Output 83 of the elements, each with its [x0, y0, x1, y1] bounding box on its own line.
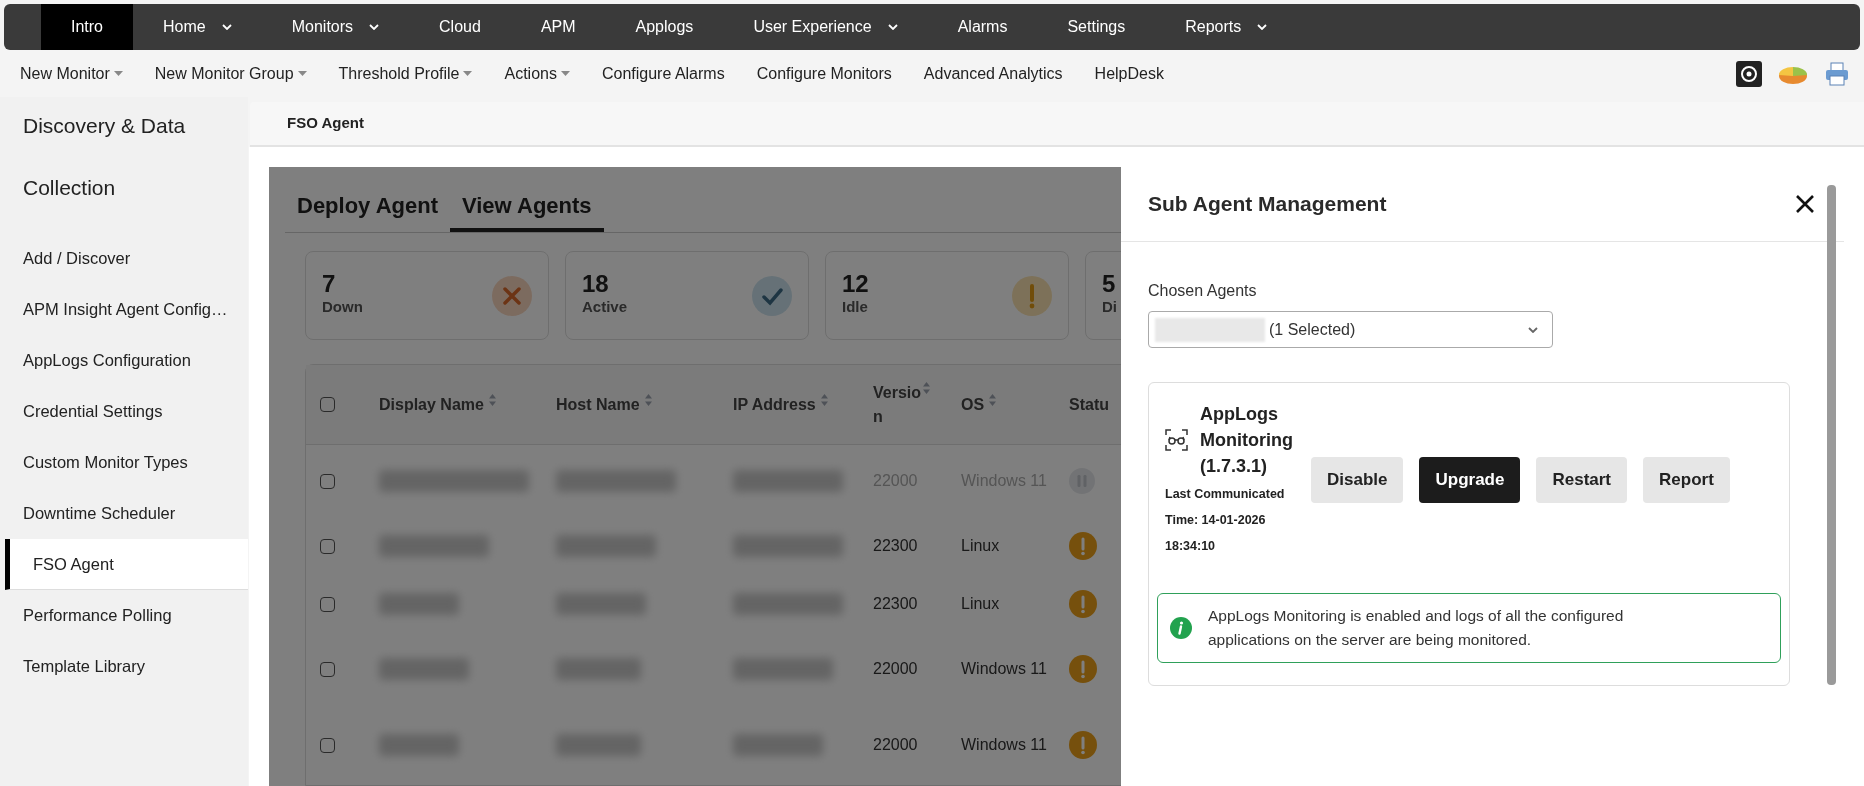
sidebar-item[interactable]: FSO Agent — [5, 539, 248, 590]
nav-tab[interactable]: Home — [133, 4, 262, 50]
sidebar-item[interactable]: Add / Discover — [0, 233, 248, 284]
menu-item[interactable]: Configure Alarms — [601, 61, 725, 86]
info-icon — [1170, 617, 1192, 639]
menu-item[interactable]: Actions — [504, 61, 570, 86]
warning-icon — [1012, 275, 1052, 316]
camera-shutter-icon[interactable] — [1736, 60, 1762, 87]
stat-count: 18 — [582, 272, 610, 297]
checkbox[interactable] — [320, 397, 335, 412]
checkbox[interactable] — [320, 538, 335, 554]
sidebar-item[interactable]: Performance Polling — [0, 590, 248, 641]
caret-icon — [1528, 326, 1538, 333]
menu-item[interactable]: Threshold Profile — [338, 61, 473, 86]
stat-count: 7 — [322, 272, 337, 297]
stat-label: Down — [322, 297, 363, 318]
nav-tab[interactable]: Alarms — [927, 4, 1038, 50]
os-cell-text: Windows 11 — [961, 659, 1048, 679]
warning-icon — [1069, 590, 1097, 618]
page-title: FSO Agent — [287, 113, 364, 134]
nav-tab[interactable]: Settings — [1037, 4, 1156, 50]
version-cell-text: 22300 — [873, 594, 919, 614]
menu-item[interactable]: Advanced Analytics — [923, 61, 1063, 86]
column-header[interactable]: Display Name — [379, 392, 484, 417]
scrollbar[interactable] — [1827, 185, 1836, 685]
sidebar-item[interactable]: Custom Monitor Types — [0, 437, 248, 488]
panel-title: Sub Agent Management — [1148, 191, 1387, 218]
version-cell-text: 22300 — [873, 536, 919, 556]
action-button[interactable]: Disable — [1311, 457, 1404, 503]
column-header[interactable]: Host Name — [556, 392, 640, 417]
close-icon[interactable] — [1796, 195, 1814, 213]
sidebar-item[interactable]: Credential Settings — [0, 386, 248, 437]
menu-item[interactable]: New Monitor Group — [154, 61, 307, 86]
printer-icon[interactable] — [1824, 60, 1850, 87]
sidebar-item[interactable]: AppLogs Configuration — [0, 335, 248, 386]
field-label: Chosen Agents — [1148, 281, 1258, 301]
info-text: AppLogs Monitoring is enabled and logs of all the configured applications on the server are being monitored. — [1208, 606, 1625, 650]
stat-label: Idle — [842, 297, 869, 318]
stat-label: Active — [582, 297, 628, 318]
nav-tab[interactable]: Intro — [41, 4, 133, 50]
column-header[interactable]: OS — [961, 392, 985, 417]
action-button[interactable]: Upgrade — [1419, 457, 1521, 503]
checkbox[interactable] — [320, 596, 335, 612]
tab[interactable]: Deploy Agent — [285, 189, 450, 232]
sidebar-title: Collection — [23, 175, 117, 201]
nav-tab[interactable]: Monitors — [261, 4, 410, 50]
stat-count: 5 — [1102, 272, 1117, 297]
stat-label: Di — [1102, 297, 1117, 318]
os-cell-text: Windows 11 — [961, 735, 1048, 755]
last-communicated-text: Last Communicated Time: 14-01-2026 18:34:10 — [1165, 486, 1286, 555]
sidebar-item[interactable]: Downtime Scheduler — [0, 488, 248, 539]
sidebar-item[interactable]: Template Library — [0, 641, 248, 692]
glasses-icon — [1165, 429, 1188, 451]
nav-tab[interactable]: User Experience — [723, 4, 928, 50]
error-icon — [492, 275, 532, 316]
column-header[interactable]: IP Address — [733, 392, 816, 417]
menu-item[interactable]: New Monitor — [20, 61, 123, 86]
warning-icon — [1069, 532, 1097, 560]
nav-tab[interactable]: Cloud — [409, 4, 511, 50]
pause-icon — [1069, 468, 1095, 494]
os-cell-text: Linux — [961, 536, 1001, 556]
sidebar-item[interactable]: APM Insight Agent Config… — [0, 284, 248, 335]
warning-icon — [1069, 731, 1097, 759]
os-cell-text: Linux — [961, 594, 1001, 614]
version-cell-text: 22000 — [873, 735, 919, 755]
action-button[interactable]: Report — [1643, 457, 1730, 503]
check-icon — [752, 275, 792, 316]
nav-tab[interactable]: Applogs — [605, 4, 724, 50]
checkbox[interactable] — [320, 661, 335, 677]
menu-item[interactable]: Configure Monitors — [756, 61, 892, 86]
nav-tab[interactable]: Reports — [1155, 4, 1298, 50]
action-button[interactable]: Restart — [1536, 457, 1628, 503]
column-header[interactable]: Statu — [1069, 392, 1109, 417]
warning-icon — [1069, 655, 1097, 683]
agent-name: AppLogs Monitoring (1.7.3.1) — [1200, 403, 1294, 478]
checkbox[interactable] — [320, 737, 335, 753]
version-cell-text: 22000 — [873, 659, 919, 679]
agent-select[interactable]: (1 Selected) — [1148, 311, 1553, 348]
tab[interactable]: View Agents — [450, 189, 604, 232]
stat-count: 12 — [842, 272, 869, 297]
sidebar-title: Discovery & Data — [23, 113, 187, 139]
nav-tab[interactable]: APM — [510, 4, 606, 50]
menu-item[interactable]: HelpDesk — [1094, 61, 1164, 86]
